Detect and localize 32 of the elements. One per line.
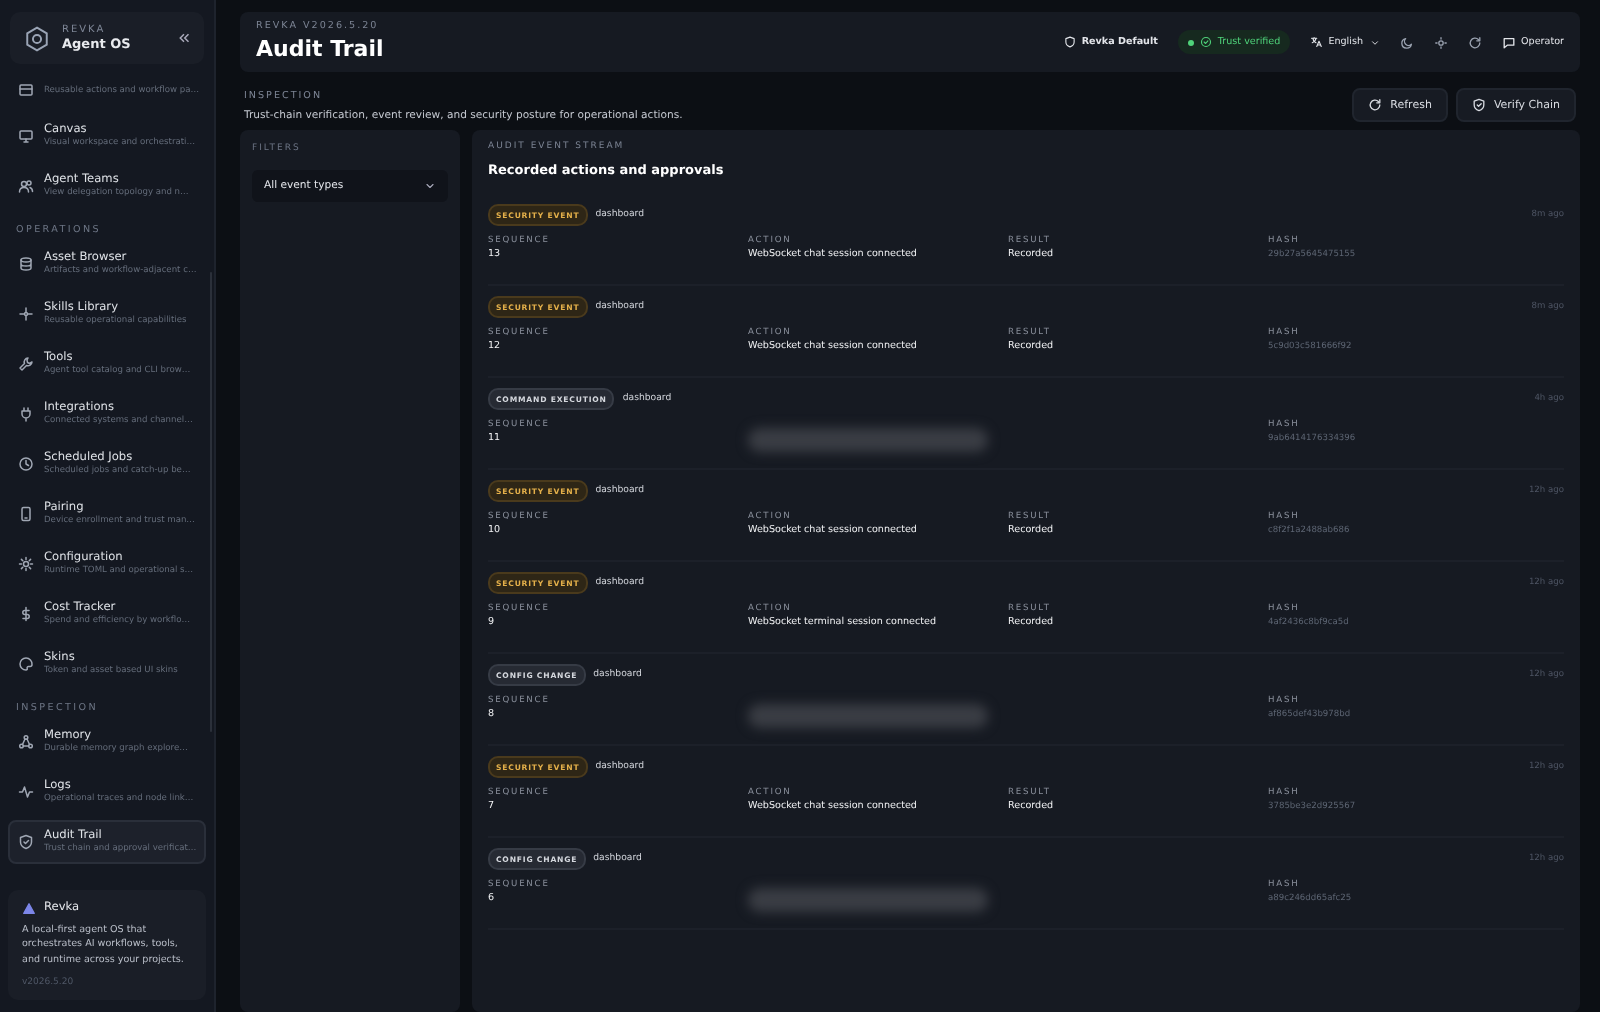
page-title: Audit Trail — [256, 36, 384, 62]
palette-icon — [18, 656, 34, 672]
moon-icon — [1399, 35, 1414, 49]
collapse-icon[interactable] — [178, 32, 190, 44]
shield-icon — [1471, 98, 1486, 112]
dollar-icon — [18, 606, 34, 622]
shield-icon — [1063, 36, 1076, 48]
caret-icon — [1369, 37, 1380, 47]
translate-icon — [1310, 36, 1323, 48]
caret-icon — [424, 180, 436, 192]
clock-icon — [18, 456, 34, 472]
plug-icon — [18, 406, 34, 422]
theme-toggle[interactable] — [1399, 35, 1414, 49]
pulse-icon — [18, 784, 34, 800]
graph-icon — [18, 734, 34, 750]
refresh-icon — [1467, 35, 1482, 49]
sun-icon — [1433, 35, 1448, 49]
hexagon-logo-icon — [24, 25, 50, 51]
chat-icon — [1501, 35, 1516, 49]
shield-icon — [18, 834, 34, 850]
refresh-icon — [1368, 98, 1383, 112]
settings-icon — [18, 556, 34, 572]
users-icon — [18, 178, 34, 194]
database-icon — [18, 256, 34, 272]
monitor-icon — [18, 128, 34, 144]
wrench-icon — [18, 356, 34, 372]
blocks-icon — [18, 82, 34, 98]
check-circle-icon — [1199, 36, 1212, 48]
brightness-toggle[interactable] — [1433, 35, 1448, 49]
phone-icon — [18, 506, 34, 522]
sync-button[interactable] — [1467, 35, 1482, 49]
logo-icon — [22, 901, 36, 916]
